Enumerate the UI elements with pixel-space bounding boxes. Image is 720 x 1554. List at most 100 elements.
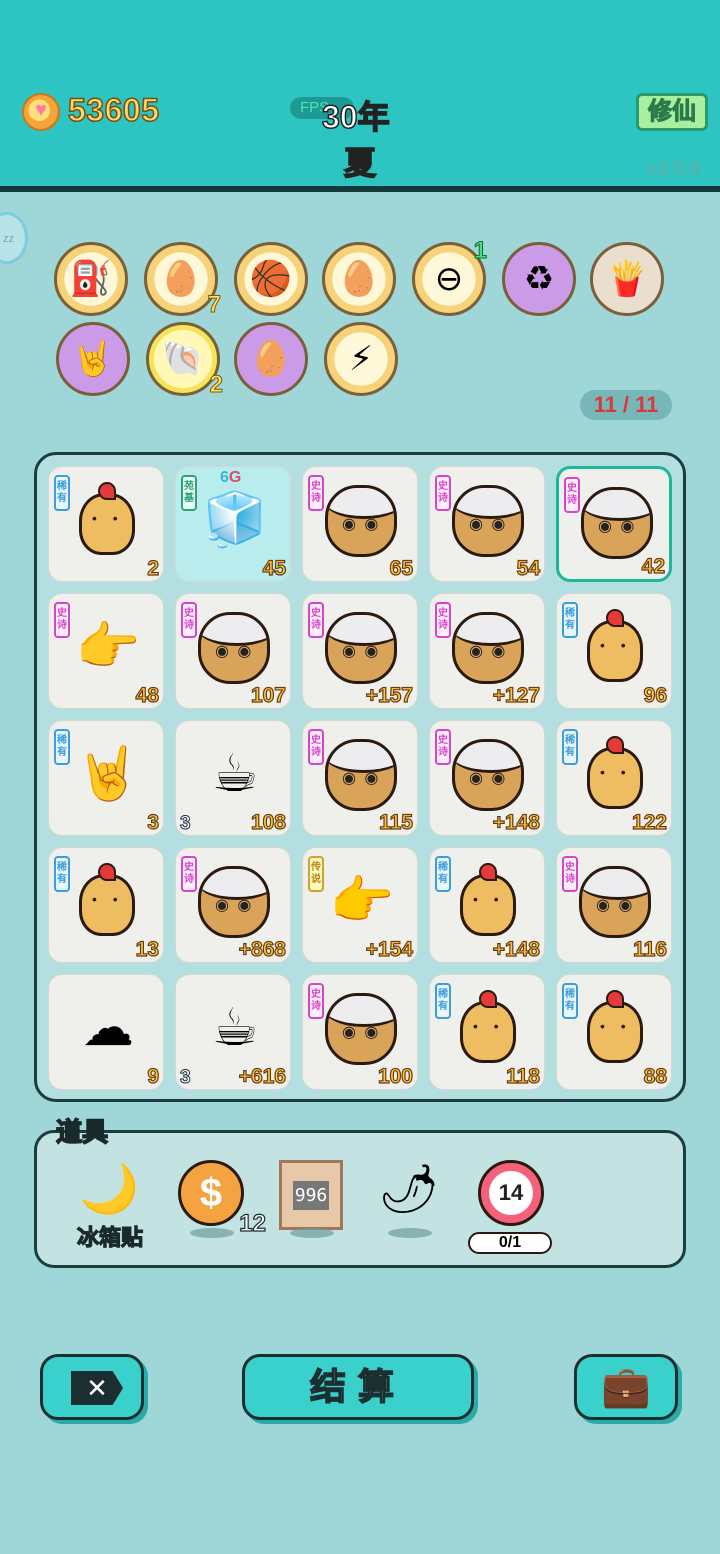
- egg-icon[interactable]: 🥚: [234, 322, 308, 396]
- board-cell[interactable]: 史诗 116: [556, 847, 672, 963]
- target-icon: 14: [478, 1160, 544, 1226]
- board-cell[interactable]: 稀有 118: [429, 974, 545, 1090]
- item-value: 42: [641, 554, 666, 578]
- network-letter: G: [228, 469, 242, 486]
- minus-icon[interactable]: ⊖ 1: [412, 237, 488, 316]
- tool-shadow: [388, 1228, 432, 1238]
- shell-icon[interactable]: 🐚 2: [146, 322, 224, 399]
- tool-shadow: [190, 1228, 234, 1238]
- board-cell[interactable]: ☕ +616 3: [175, 974, 291, 1090]
- board-cell[interactable]: 史诗 107: [175, 593, 291, 709]
- network-label: 6G: [220, 469, 241, 487]
- counter-digits: 996: [292, 1180, 330, 1210]
- item-value: 9: [147, 1064, 160, 1088]
- item-value: +154: [365, 937, 414, 961]
- counter-machine-icon: 996: [279, 1160, 343, 1230]
- item-stack-count: 3: [180, 813, 192, 835]
- chick-icon: [79, 863, 135, 936]
- board-cell[interactable]: 🤘 稀有 3: [48, 720, 164, 836]
- board-cell[interactable]: ☁ 9: [48, 974, 164, 1090]
- fridge-icon: 🧊: [202, 491, 268, 549]
- board-cell[interactable]: 史诗 +157: [302, 593, 418, 709]
- board-cell[interactable]: 史诗 115: [302, 720, 418, 836]
- fries-icon[interactable]: 🍟: [590, 242, 664, 316]
- item-value: 116: [633, 937, 668, 961]
- basketballs-icon[interactable]: 🏀: [234, 242, 308, 316]
- cultivate-button[interactable]: 修仙: [636, 93, 708, 131]
- golden-pointing-hand-icon: 👉: [329, 872, 395, 930]
- bag-button[interactable]: 💼: [574, 1354, 678, 1420]
- pump-icon[interactable]: ⛽: [54, 242, 128, 316]
- recycle-icon[interactable]: ♻: [502, 242, 576, 316]
- rarity-tag: 史诗: [435, 475, 451, 511]
- egg-tray-icon[interactable]: 🥚 7: [144, 242, 222, 319]
- slot-counter: 11 / 11: [580, 390, 672, 420]
- silver-hair-chick-icon: [325, 739, 397, 811]
- rarity-tag: 史诗: [308, 729, 324, 765]
- board-cell[interactable]: 🧊 苑基 6G 45: [175, 466, 291, 582]
- board-cell[interactable]: 史诗 +868: [175, 847, 291, 963]
- silver-hair-chick-icon: [198, 866, 270, 938]
- item-stack-count: 3: [180, 1067, 192, 1089]
- year-label: 30年: [321, 98, 390, 136]
- chili-pepper-icon: 🌶: [378, 1163, 440, 1216]
- silver-hair-chick-icon: [325, 612, 397, 684]
- chick-icon: [460, 990, 516, 1063]
- item-value: 108: [250, 810, 286, 834]
- chick-icon: [587, 736, 643, 809]
- dollar-coin-icon: $: [178, 1160, 244, 1226]
- item-value: 3: [147, 810, 160, 834]
- recycle-glyph: ♻: [523, 260, 555, 298]
- pepper-tool[interactable]: 🌶: [374, 1160, 444, 1238]
- rarity-tag: 史诗: [308, 983, 324, 1019]
- egg-bag-icon[interactable]: 🥚: [322, 242, 396, 316]
- counter-tool[interactable]: 996: [276, 1160, 346, 1238]
- fridge-sticker-tool[interactable]: 🌙 冰箱贴: [74, 1160, 144, 1251]
- settle-button[interactable]: 结算: [242, 1354, 474, 1420]
- item-value: 54: [516, 556, 541, 580]
- minus-glyph: ⊖: [434, 260, 464, 298]
- item-value: 2: [147, 556, 160, 580]
- season-label: 夏: [343, 144, 377, 182]
- silver-hair-chick-icon: [325, 993, 397, 1065]
- item-value: 65: [389, 556, 414, 580]
- chick-icon: [460, 863, 516, 936]
- item-value: +616: [238, 1064, 287, 1088]
- rarity-tag: 史诗: [435, 602, 451, 638]
- board-cell[interactable]: 稀有 96: [556, 593, 672, 709]
- close-button[interactable]: ✕: [40, 1354, 144, 1420]
- rarity-tag: 史诗: [564, 477, 580, 513]
- coin-tool-count: 12: [239, 1209, 267, 1237]
- board-cell[interactable]: 史诗 +127: [429, 593, 545, 709]
- board-cell[interactable]: 史诗 54: [429, 466, 545, 582]
- board-cell[interactable]: ☕ 108 3: [175, 720, 291, 836]
- board-cell[interactable]: 稀有 122: [556, 720, 672, 836]
- rarity-tag: 稀有: [562, 983, 578, 1019]
- board-cell[interactable]: 👉 史诗 48: [48, 593, 164, 709]
- rock-hand-icon[interactable]: 🤘: [56, 322, 130, 396]
- pump-glyph: ⛽: [69, 260, 113, 298]
- board-cell[interactable]: 史诗 +148: [429, 720, 545, 836]
- board-cell[interactable]: 史诗 65: [302, 466, 418, 582]
- target-tool[interactable]: 14 0/1: [468, 1160, 552, 1254]
- silver-hair-chick-icon: [452, 485, 524, 557]
- sleep-bubble[interactable]: zz: [0, 212, 28, 264]
- item-value: +157: [365, 683, 414, 707]
- rarity-tag: 稀有: [435, 983, 451, 1019]
- lightning-icon[interactable]: ⚡: [324, 322, 398, 396]
- item-value: +127: [492, 683, 541, 707]
- board-cell[interactable]: 稀有 13: [48, 847, 164, 963]
- board-cell[interactable]: 稀有 88: [556, 974, 672, 1090]
- board-cell[interactable]: 史诗 42: [556, 466, 672, 582]
- coin-tool[interactable]: $ 12: [176, 1160, 267, 1238]
- briefcase-icon: 💼: [601, 1365, 651, 1409]
- board-cell[interactable]: 稀有 +148: [429, 847, 545, 963]
- rarity-tag: 稀有: [435, 856, 451, 892]
- board-cell[interactable]: 稀有 2: [48, 466, 164, 582]
- board-cell[interactable]: 👉 传说 +154: [302, 847, 418, 963]
- fridge-sticker-label: 冰箱贴: [76, 1224, 143, 1250]
- rarity-tag: 稀有: [562, 602, 578, 638]
- silver-hair-chick-icon: [198, 612, 270, 684]
- item-value: 48: [135, 683, 160, 707]
- board-cell[interactable]: 史诗 100: [302, 974, 418, 1090]
